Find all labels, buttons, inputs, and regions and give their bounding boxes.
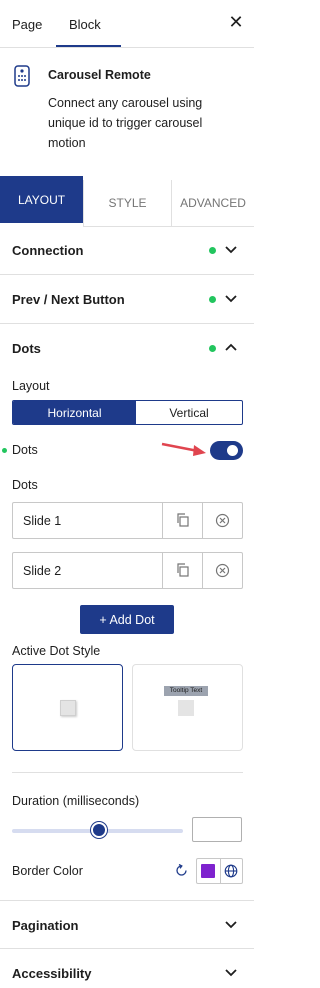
layout-label: Layout: [12, 379, 50, 393]
reset-icon[interactable]: [175, 864, 188, 877]
layout-segmented-control: Horizontal Vertical: [12, 400, 243, 425]
active-dot-style-label: Active Dot Style: [12, 644, 101, 658]
add-dot-button[interactable]: + Add Dot: [80, 605, 174, 634]
remote-icon: [14, 65, 30, 87]
tooltip-preview: Tooltip Text: [164, 686, 208, 696]
active-tab-indicator: [56, 45, 121, 47]
status-dot: [2, 448, 7, 453]
inspector-tabs: LAYOUT STYLE ADVANCED: [0, 176, 254, 227]
duration-label: Duration (milliseconds): [12, 794, 140, 808]
remove-icon[interactable]: [215, 563, 230, 578]
tab-block[interactable]: Block: [69, 17, 101, 32]
divider: [202, 553, 203, 588]
panel-prev-next-label: Prev / Next Button: [12, 292, 125, 307]
toggle-knob: [227, 445, 238, 456]
dot-preview: [60, 700, 76, 716]
status-dot: [209, 345, 216, 352]
dots-toggle-label: Dots: [12, 443, 38, 457]
panel-dots[interactable]: Dots: [0, 324, 254, 373]
border-color-swatch[interactable]: [201, 864, 215, 878]
tab-page[interactable]: Page: [12, 17, 42, 32]
chevron-down-icon: [225, 246, 237, 254]
dots-toggle[interactable]: [210, 441, 243, 460]
panel-connection-label: Connection: [12, 243, 84, 258]
status-dot: [209, 247, 216, 254]
panel-pagination-label: Pagination: [12, 918, 79, 933]
dot-item: Slide 2: [12, 552, 243, 589]
divider: [162, 553, 163, 588]
chevron-down-icon: [225, 969, 237, 977]
chevron-down-icon: [225, 295, 237, 303]
panel-prev-next[interactable]: Prev / Next Button: [0, 275, 254, 324]
layout-vertical-button[interactable]: Vertical: [136, 401, 242, 424]
divider: [162, 503, 163, 538]
dot-item: Slide 1: [12, 502, 243, 539]
divider: [220, 859, 221, 883]
tab-style[interactable]: STYLE: [83, 180, 171, 227]
duration-input[interactable]: [192, 817, 242, 842]
divider: [202, 503, 203, 538]
duration-slider-thumb[interactable]: [91, 822, 107, 838]
dot-item-label[interactable]: Slide 1: [23, 514, 61, 528]
block-description: Connect any carousel using unique id to …: [48, 96, 203, 150]
chevron-down-icon: [225, 921, 237, 929]
block-title: Carousel Remote: [48, 68, 151, 82]
layout-horizontal-button[interactable]: Horizontal: [13, 401, 136, 424]
panel-accessibility-label: Accessibility: [12, 966, 92, 981]
duplicate-icon[interactable]: [176, 563, 190, 577]
close-icon[interactable]: ✕: [226, 12, 246, 32]
panel-dots-label: Dots: [12, 341, 41, 356]
chevron-up-icon: [225, 343, 237, 351]
status-dot: [209, 296, 216, 303]
remove-icon[interactable]: [215, 513, 230, 528]
panel-pagination[interactable]: Pagination: [0, 900, 254, 949]
duplicate-icon[interactable]: [176, 513, 190, 527]
dots-list-label: Dots: [12, 478, 38, 492]
dot-style-option-plain[interactable]: [12, 664, 123, 751]
border-color-label: Border Color: [12, 864, 83, 878]
panel-connection[interactable]: Connection: [0, 226, 254, 275]
dot-style-option-tooltip[interactable]: Tooltip Text: [132, 664, 243, 751]
dot-item-label[interactable]: Slide 2: [23, 564, 61, 578]
globe-icon[interactable]: [224, 864, 238, 878]
divider: [12, 772, 243, 773]
tab-advanced[interactable]: ADVANCED: [171, 180, 254, 227]
panel-accessibility[interactable]: Accessibility: [0, 949, 254, 988]
red-arrow-annotation: [161, 442, 206, 456]
tab-layout[interactable]: LAYOUT: [0, 176, 83, 223]
dot-preview: [178, 700, 194, 716]
top-tabs: Page Block ✕: [0, 0, 254, 48]
border-color-control: [196, 858, 243, 884]
